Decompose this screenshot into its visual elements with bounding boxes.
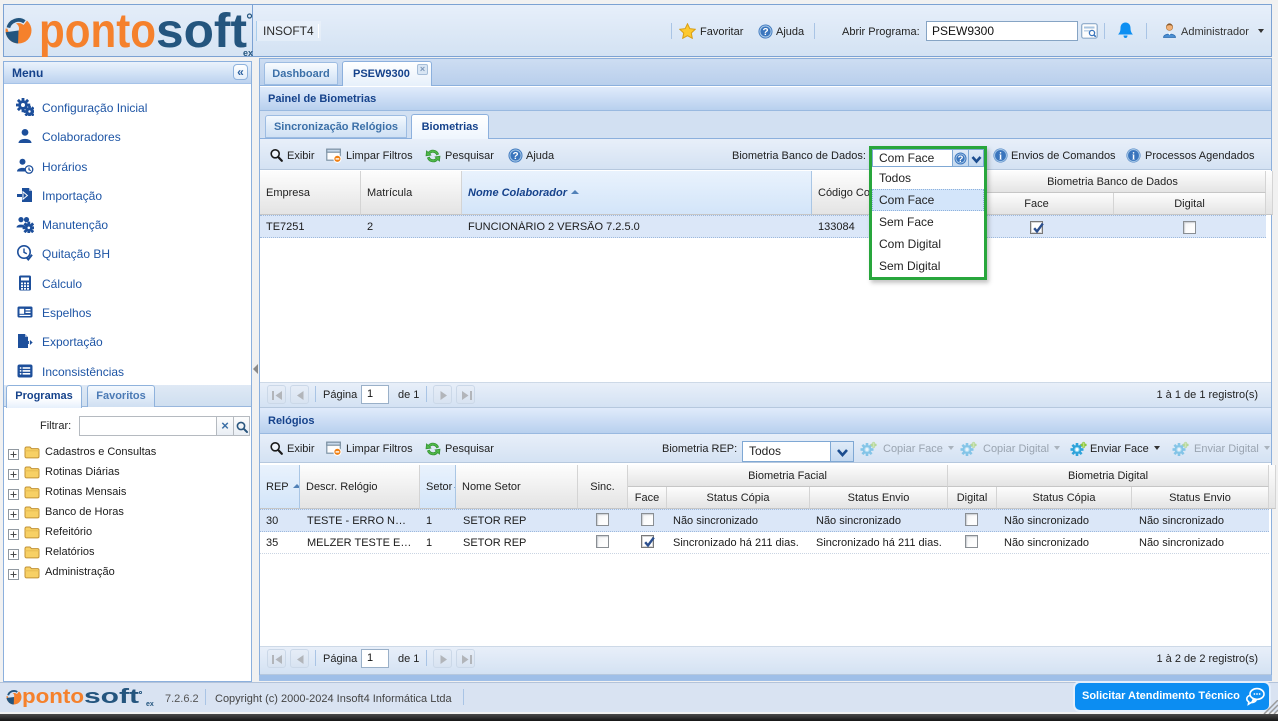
svg-text:ex: ex (146, 701, 154, 708)
svg-text:ponto: ponto (22, 686, 84, 708)
svg-text:ex: ex (243, 48, 253, 58)
svg-text:soft: soft (84, 686, 139, 708)
svg-text:?: ? (512, 151, 518, 162)
svg-text:i: i (999, 152, 1002, 163)
svg-text:?: ? (958, 154, 964, 165)
svg-text:?: ? (762, 27, 768, 38)
svg-text:i: i (1132, 152, 1135, 163)
svg-text:ponto: ponto (39, 5, 156, 58)
svg-text:soft: soft (156, 5, 247, 58)
